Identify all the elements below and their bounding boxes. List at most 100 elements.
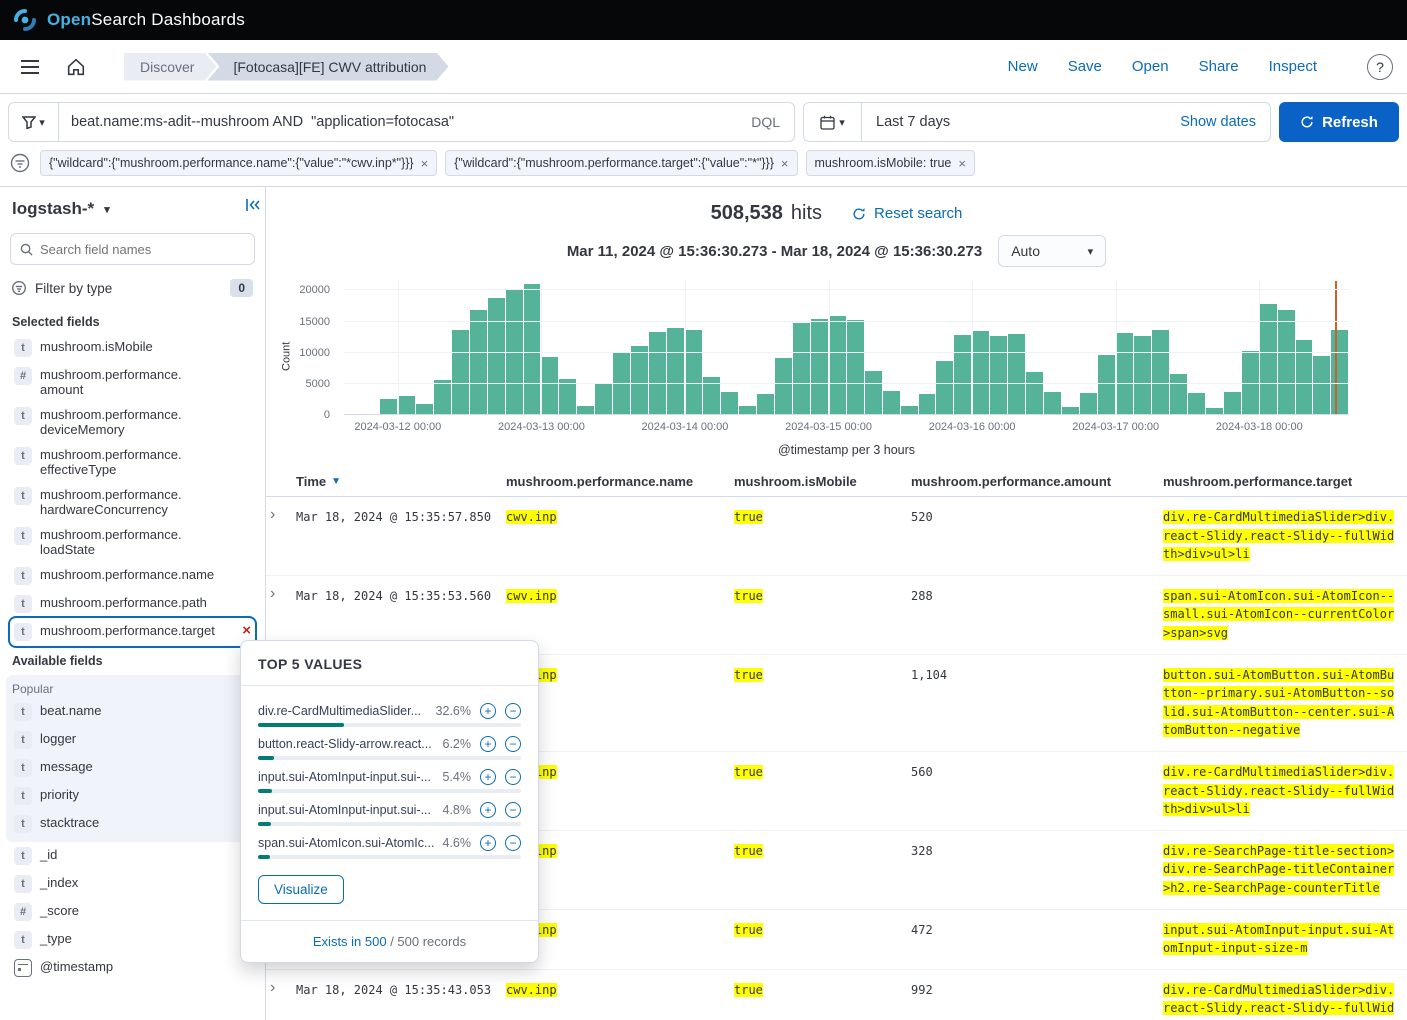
breadcrumb-item[interactable]: Discover	[124, 53, 216, 81]
histogram-bar[interactable]	[811, 319, 828, 415]
histogram-bar[interactable]	[685, 330, 702, 415]
histogram-bar[interactable]	[990, 336, 1007, 415]
field-item-mushroom.performance.path[interactable]: tmushroom.​performance.​path	[10, 590, 255, 618]
field-item-_id[interactable]: t_id	[10, 842, 255, 870]
collapse-sidebar-icon[interactable]	[245, 197, 261, 213]
filter-out-value-icon[interactable]: −	[505, 835, 521, 851]
nav-action-inspect[interactable]: Inspect	[1269, 58, 1317, 75]
menu-icon[interactable]	[14, 51, 46, 83]
filter-out-value-icon[interactable]: −	[505, 736, 521, 752]
remove-filter-icon[interactable]: ×	[781, 156, 789, 171]
histogram-bar[interactable]	[793, 323, 810, 415]
reset-search-button[interactable]: Reset search	[852, 205, 962, 222]
filter-for-value-icon[interactable]: +	[480, 769, 496, 785]
filter-for-value-icon[interactable]: +	[480, 703, 496, 719]
histogram-bar[interactable]	[883, 391, 900, 415]
field-item-message[interactable]: tmessage	[10, 754, 255, 782]
histogram-bar[interactable]	[667, 328, 684, 415]
histogram-bar[interactable]	[919, 394, 936, 415]
histogram-bar[interactable]	[559, 379, 576, 415]
histogram-bar[interactable]	[541, 357, 558, 415]
field-search-input[interactable]	[40, 242, 245, 257]
histogram-bar[interactable]	[452, 330, 469, 415]
expand-row-icon[interactable]: ›	[270, 979, 275, 996]
filter-pill[interactable]: mushroom.isMobile: true×	[806, 150, 975, 176]
histogram-bar[interactable]	[595, 384, 612, 415]
field-item-mushroom.performance.deviceMemory[interactable]: tmushroom.​performance.​deviceMemory	[10, 402, 255, 442]
nav-action-new[interactable]: New	[1008, 58, 1038, 75]
saved-query-menu-icon[interactable]: ▾	[9, 103, 59, 141]
histogram-bar[interactable]	[775, 358, 792, 415]
histogram-bar[interactable]	[1224, 392, 1241, 415]
remove-filter-icon[interactable]: ×	[958, 156, 966, 171]
sort-desc-icon[interactable]: ▼	[331, 476, 341, 487]
histogram-bar[interactable]	[954, 335, 971, 415]
filter-for-value-icon[interactable]: +	[480, 736, 496, 752]
field-item-mushroom.performance.amount[interactable]: #mushroom.​performance.​amount	[10, 362, 255, 402]
histogram-bar[interactable]	[847, 320, 864, 415]
histogram-bar[interactable]	[1170, 374, 1187, 415]
filter-for-value-icon[interactable]: +	[480, 835, 496, 851]
histogram-bar[interactable]	[865, 371, 882, 415]
histogram-bar[interactable]	[398, 396, 415, 415]
help-icon[interactable]: ?	[1367, 54, 1393, 80]
histogram-bar[interactable]	[631, 346, 648, 415]
column-header-mushroom.isMobile[interactable]: mushroom.isMobile	[734, 474, 911, 489]
histogram-bar[interactable]	[829, 316, 846, 415]
calendar-icon[interactable]: ▾	[804, 103, 862, 141]
column-header-mushroom.performance.target[interactable]: mushroom.performance.target	[1163, 474, 1407, 489]
visualize-button[interactable]: Visualize	[258, 875, 344, 904]
field-item-_type[interactable]: t_type	[10, 926, 255, 954]
field-item-priority[interactable]: tpriority	[10, 782, 255, 810]
field-item-logger[interactable]: tlogger	[10, 726, 255, 754]
remove-filter-icon[interactable]: ×	[421, 156, 429, 171]
field-item-mushroom.isMobile[interactable]: tmushroom.​isMobile	[10, 334, 255, 362]
home-icon[interactable]	[60, 51, 92, 83]
index-pattern-selector[interactable]: logstash-* ▾	[10, 195, 255, 223]
filter-out-value-icon[interactable]: −	[505, 769, 521, 785]
filter-by-type-button[interactable]: Filter by type 0	[10, 273, 255, 307]
histogram-bar[interactable]	[1278, 310, 1295, 415]
expand-row-icon[interactable]: ›	[270, 585, 275, 602]
histogram-bar[interactable]	[1116, 333, 1133, 415]
filter-options-icon[interactable]	[8, 151, 32, 175]
column-header-mushroom.performance.amount[interactable]: mushroom.performance.amount	[911, 474, 1163, 489]
field-item-stacktrace[interactable]: tstacktrace	[10, 810, 255, 838]
histogram-bar[interactable]	[380, 399, 397, 415]
column-header-time[interactable]: Time▼	[296, 474, 506, 489]
histogram-bar[interactable]	[1044, 392, 1061, 415]
histogram-bar[interactable]	[936, 361, 953, 415]
field-item-@timestamp[interactable]: @timestamp	[10, 954, 255, 982]
histogram-bar[interactable]	[470, 310, 487, 415]
refresh-button[interactable]: Refresh	[1279, 102, 1399, 142]
expand-row-icon[interactable]: ›	[270, 506, 275, 523]
histogram-bar[interactable]	[1152, 330, 1169, 415]
field-item-beat.name[interactable]: tbeat.​name	[10, 698, 255, 726]
show-dates-button[interactable]: Show dates	[1166, 114, 1270, 130]
histogram-bar[interactable]	[757, 394, 774, 415]
column-header-mushroom.performance.name[interactable]: mushroom.performance.name	[506, 474, 734, 489]
histogram-bar[interactable]	[721, 392, 738, 415]
query-language-button[interactable]: DQL	[737, 114, 794, 130]
interval-select[interactable]: Auto ▾	[998, 235, 1106, 267]
filter-for-value-icon[interactable]: +	[480, 802, 496, 818]
nav-action-open[interactable]: Open	[1132, 58, 1169, 75]
field-item-mushroom.performance.loadState[interactable]: tmushroom.​performance.​loadState	[10, 522, 255, 562]
nav-action-share[interactable]: Share	[1199, 58, 1239, 75]
histogram-bar[interactable]	[1313, 356, 1330, 415]
field-item-_score[interactable]: #_score	[10, 898, 255, 926]
remove-field-icon[interactable]: ×	[242, 623, 251, 638]
histogram-bar[interactable]	[972, 331, 989, 415]
histogram-bar[interactable]	[1134, 336, 1151, 415]
filter-pill[interactable]: {"wildcard":{"mushroom.performance.name"…	[40, 150, 437, 176]
exists-in-link[interactable]: Exists in 500	[313, 934, 387, 949]
histogram-bar[interactable]	[434, 380, 451, 415]
breadcrumb-item[interactable]: [Fotocasa][FE] CWV attribution	[207, 53, 448, 81]
filter-pill[interactable]: {"wildcard":{"mushroom.performance.targe…	[445, 150, 797, 176]
histogram-bar[interactable]	[524, 284, 541, 415]
histogram-bar[interactable]	[1098, 355, 1115, 415]
filter-out-value-icon[interactable]: −	[505, 802, 521, 818]
nav-action-save[interactable]: Save	[1068, 58, 1102, 75]
field-item-mushroom.performance.hardwareConcurrency[interactable]: tmushroom.​performance.​hardwareConcurre…	[10, 482, 255, 522]
field-item-mushroom.performance.name[interactable]: tmushroom.​performance.​name	[10, 562, 255, 590]
